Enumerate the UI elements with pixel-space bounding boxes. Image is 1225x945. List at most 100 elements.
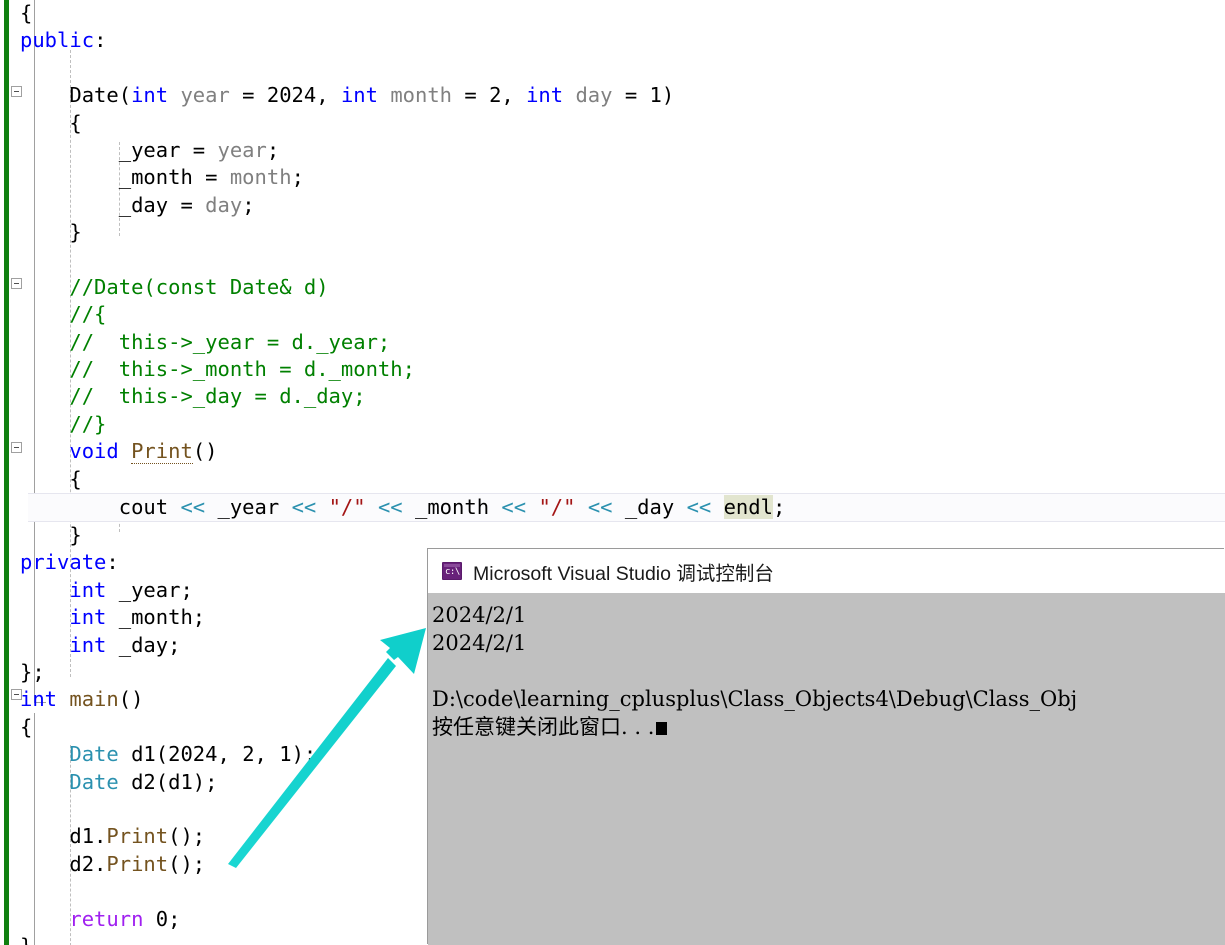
code-token: 2024: [168, 742, 218, 767]
code-line[interactable]: _month = month;: [0, 164, 1225, 191]
code-line-content: private:: [20, 550, 119, 574]
code-line-content: {: [20, 466, 82, 491]
code-line[interactable]: // this->_day = d._day;: [0, 383, 1225, 410]
console-icon-glyph: c:\: [445, 567, 460, 577]
code-line[interactable]: void Print(): [0, 438, 1225, 465]
code-token: {: [69, 110, 82, 135]
code-token: {: [20, 1, 33, 25]
code-token: endl: [723, 495, 773, 520]
code-line[interactable]: _day = day;: [0, 192, 1225, 219]
code-token: month: [229, 165, 292, 190]
code-token: ,: [501, 83, 527, 108]
code-token: d2.: [69, 851, 107, 876]
code-line-content: cout << _year << "/" << _month << "/" <<…: [20, 495, 785, 520]
code-line[interactable]: [0, 55, 1225, 82]
code-token: 2024: [266, 83, 317, 108]
code-line[interactable]: Date(int year = 2024, int month = 2, int…: [0, 82, 1225, 109]
code-token: Print: [106, 824, 169, 849]
console-output-line: 2024/2/1: [432, 603, 527, 627]
code-line-content: public:: [20, 28, 106, 52]
code-token: _month;: [106, 605, 206, 630]
code-token: 0: [155, 906, 169, 931]
code-line-content: {: [20, 1, 32, 25]
code-token: day: [575, 83, 613, 108]
code-line-content: //{: [20, 302, 106, 326]
code-token: 1: [649, 83, 662, 108]
code-token: int: [526, 83, 564, 108]
code-line-content: d2.Print();: [20, 852, 205, 876]
code-token: };: [20, 659, 45, 684]
code-line[interactable]: //}: [0, 411, 1225, 438]
code-token: _month =: [118, 165, 230, 190]
code-token: <<: [587, 495, 613, 520]
code-token: <<: [501, 495, 527, 520]
code-token: }: [69, 220, 82, 245]
screenshot-root: {public: Date(int year = 2024, int month…: [0, 0, 1225, 945]
code-line[interactable]: cout << _year << "/" << _month << "/" <<…: [28, 493, 1225, 523]
code-line-content: int _year;: [20, 578, 192, 602]
code-token: // this->_year = d._year;: [69, 329, 391, 354]
code-line[interactable]: public:: [0, 27, 1225, 54]
code-line-content: };: [20, 660, 45, 684]
code-line[interactable]: {: [0, 0, 1225, 27]
code-token: {: [69, 466, 82, 491]
code-line[interactable]: _year = year;: [0, 137, 1225, 164]
code-token: //Date(const Date& d): [69, 274, 329, 299]
code-token: month: [390, 83, 453, 108]
code-line-content: int _day;: [20, 633, 180, 657]
code-line[interactable]: //{: [0, 301, 1225, 328]
code-line-content: _day = day;: [20, 193, 255, 217]
code-line[interactable]: [0, 247, 1225, 274]
code-line[interactable]: {: [0, 466, 1225, 493]
code-line-content: {: [20, 110, 82, 135]
code-token: year: [180, 83, 230, 108]
code-line[interactable]: }: [0, 219, 1225, 246]
code-line-content: _month = month;: [20, 165, 304, 189]
console-window[interactable]: c:\ Microsoft Visual Studio 调试控制台 2024/2…: [428, 549, 1225, 945]
code-token: ,: [254, 742, 280, 767]
console-titlebar[interactable]: c:\ Microsoft Visual Studio 调试控制台: [428, 549, 1225, 593]
code-token: 1: [279, 742, 292, 767]
code-token: (): [192, 439, 218, 464]
code-token: day: [205, 192, 243, 217]
code-token: private: [20, 550, 107, 575]
code-token: _year =: [118, 137, 218, 162]
console-output-line: 按任意键关闭此窗口. . .: [432, 713, 1225, 741]
code-token: _year: [205, 495, 292, 520]
code-token: Date: [69, 742, 119, 767]
cmd-console-icon: c:\: [442, 562, 462, 580]
code-line-content: //Date(const Date& d): [20, 274, 329, 299]
code-token: ();: [168, 824, 206, 849]
code-token: main: [69, 687, 119, 712]
console-output-line: D:\code\learning_cplusplus\Class_Objects…: [432, 687, 1078, 711]
code-token: int: [69, 632, 107, 657]
code-line[interactable]: {: [0, 110, 1225, 137]
code-line-content: //}: [20, 412, 106, 436]
code-line[interactable]: }: [0, 522, 1225, 549]
console-output[interactable]: 2024/2/1 2024/2/1 D:\code\learning_cpluspl…: [428, 593, 1225, 945]
code-token: void: [69, 439, 119, 464]
code-token: int: [20, 687, 58, 712]
code-token: ,: [217, 742, 243, 767]
code-token: {: [20, 714, 33, 739]
code-token: Print: [106, 851, 169, 876]
code-token: int: [69, 605, 107, 630]
code-line-content: d1.Print();: [20, 824, 205, 848]
code-token: ;: [168, 906, 181, 931]
code-line-content: // this->_day = d._day;: [20, 384, 366, 409]
code-token: ;: [266, 137, 280, 162]
code-token: // this->_day = d._day;: [69, 384, 366, 409]
code-token: Date(: [69, 83, 132, 108]
code-token: //{: [69, 302, 107, 327]
code-line[interactable]: //Date(const Date& d): [0, 274, 1225, 301]
code-token: Date: [69, 769, 119, 794]
code-line[interactable]: // this->_month = d._month;: [0, 356, 1225, 383]
code-token: _day;: [106, 632, 181, 657]
code-token: "/": [328, 495, 366, 520]
code-line[interactable]: // this->_year = d._year;: [0, 329, 1225, 356]
code-token: Print: [131, 439, 193, 465]
